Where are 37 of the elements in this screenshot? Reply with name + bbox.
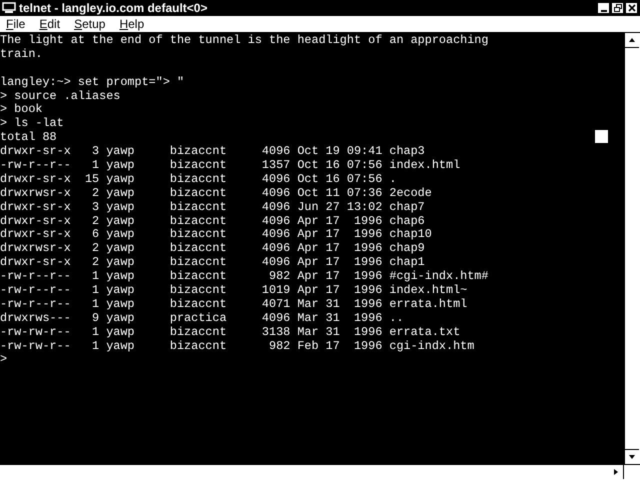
terminal-line: drwxrwsr-x 2 yawp bizaccnt 4096 Apr 17 1996 chap9	[0, 242, 425, 256]
cursor-block	[595, 130, 608, 143]
vertical-scrollbar[interactable]	[624, 33, 640, 464]
close-icon	[628, 4, 636, 12]
terminal-icon	[2, 2, 16, 14]
terminal-line: -rw-r--r-- 1 yawp bizaccnt 4071 Mar 31 1996 errata.html	[0, 298, 468, 312]
terminal-line: drwxr-sr-x 6 yawp bizaccnt 4096 Apr 17 1996 chap10	[0, 228, 432, 242]
terminal-line: > book	[0, 103, 42, 118]
menu-item[interactable]: File	[6, 17, 26, 31]
menu-item[interactable]: Help	[119, 17, 144, 31]
terminal-line: drwxr-sr-x 2 yawp bizaccnt 4096 Apr 17 1996 chap1	[0, 256, 425, 270]
menu-item[interactable]: Edit	[39, 17, 60, 31]
terminal-line: -rw-r--r-- 1 yawp bizaccnt 1019 Apr 17 1996 index.html~	[0, 284, 468, 298]
terminal-line: > ls -lat	[0, 117, 64, 132]
menu-item[interactable]: Setup	[74, 17, 106, 31]
terminal-line: drwxr-sr-x 15 yawp bizaccnt 4096 Oct 16 07:56 .	[0, 172, 396, 187]
terminal-line: -rw-rw-r-- 1 yawp bizaccnt 982 Feb 17 1996 cgi-indx.htm	[0, 340, 474, 354]
terminal-line: >	[0, 353, 8, 368]
terminal-line: -rw-r--r-- 1 yawp bizaccnt 982 Apr 17 1996 #cgi-indx.htm#	[0, 270, 488, 284]
terminal-line: langley:~> set prompt="> "	[0, 76, 184, 90]
terminal-line: drwxrws--- 9 yawp practica 4096 Mar 31 1996 ..	[0, 312, 404, 326]
minimize-button[interactable]	[597, 2, 610, 14]
restore-icon	[614, 4, 622, 12]
terminal-line: -rw-rw-r-- 1 yawp bizaccnt 3138 Mar 31 1996 errata.txt	[0, 326, 460, 340]
terminal-line: The light at the end of the tunnel is the headlight of an approaching	[0, 34, 488, 48]
horizontal-scrollbar[interactable]	[0, 464, 640, 480]
terminal-line: -rw-r--r-- 1 yawp bizaccnt 1357 Oct 16 07:56 index.html	[0, 159, 460, 173]
terminal-line: train.	[0, 48, 42, 62]
terminal-line: drwxr-sr-x 2 yawp bizaccnt 4096 Apr 17 1996 chap6	[0, 214, 425, 228]
window-title: telnet - langley.io.com default<0>	[19, 1, 208, 15]
terminal-line: drwxr-sr-x 3 yawp bizaccnt 4096 Oct 19 09:41 chap3	[0, 145, 425, 160]
close-button[interactable]	[625, 2, 638, 14]
terminal-line: > source .aliases	[0, 90, 120, 104]
terminal-line: total 88	[0, 131, 57, 146]
terminal-line: drwxrwsr-x 2 yawp bizaccnt 4096 Oct 11 07:36 2ecode	[0, 186, 432, 201]
terminal-line: drwxr-sr-x 3 yawp bizaccnt 4096 Jun 27 13:02 chap7	[0, 200, 425, 215]
maximize-button[interactable]	[611, 2, 624, 14]
